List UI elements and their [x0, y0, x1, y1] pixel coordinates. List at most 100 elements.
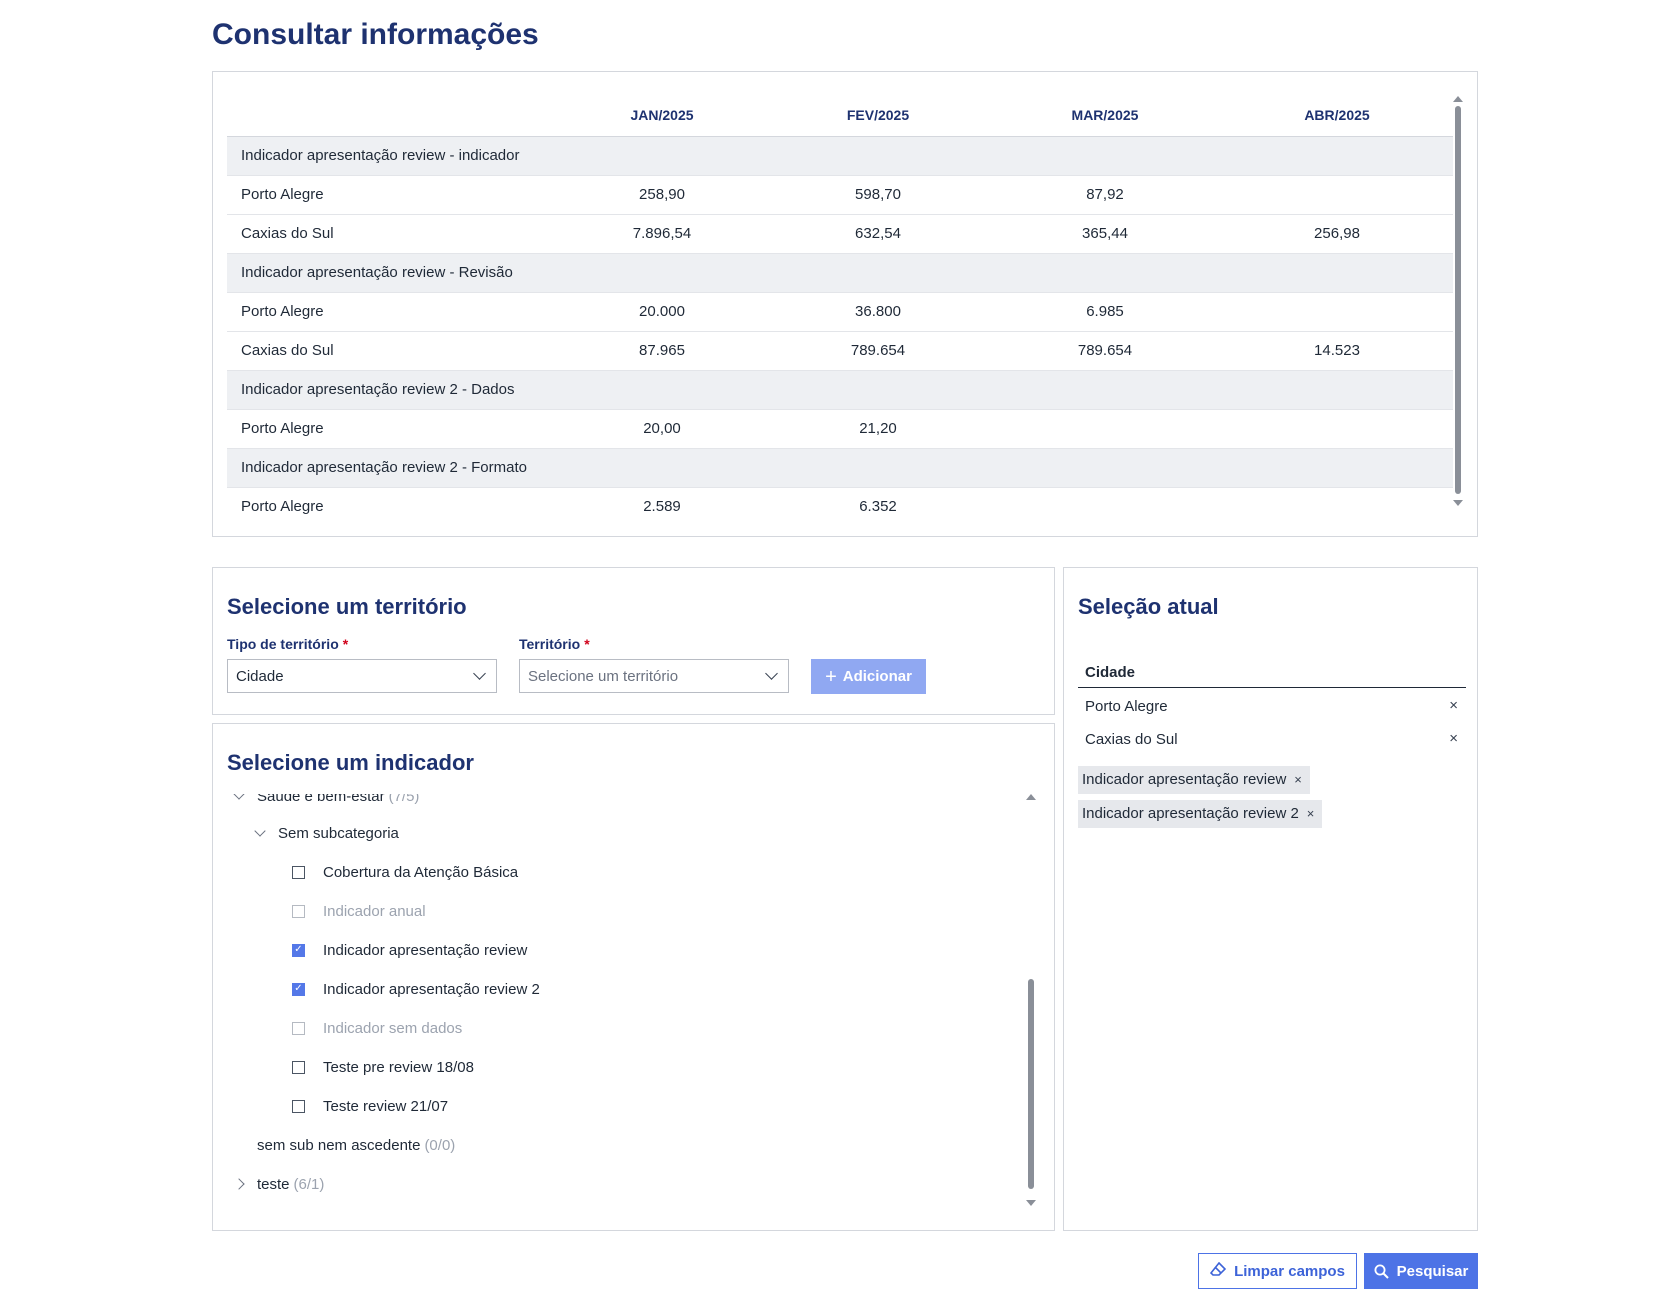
- scroll-down-arrow-icon[interactable]: [1026, 1200, 1036, 1206]
- table-group-row: Indicador apresentação review - indicado…: [227, 136, 1453, 176]
- close-icon[interactable]: ×: [1449, 730, 1458, 747]
- selected-city: Caxias do Sul ×: [1078, 723, 1466, 755]
- tree-subcategory-other[interactable]: sem sub nem ascedente (0/0): [257, 1134, 455, 1156]
- selected-city: Porto Alegre ×: [1078, 690, 1466, 722]
- indicator-scrollbar[interactable]: [1026, 794, 1036, 1206]
- table-row: Caxias do Sul 87.965 789.654 789.654 14.…: [227, 331, 1453, 371]
- column-header: MAR/2025: [989, 86, 1221, 137]
- clear-fields-button[interactable]: Limpar campos: [1198, 1253, 1357, 1289]
- indicator-item-label: Indicador anual: [323, 902, 426, 920]
- chevron-down-icon[interactable]: [254, 825, 266, 837]
- tree-category-teste[interactable]: teste (6/1): [233, 1173, 324, 1195]
- plus-icon: +: [825, 665, 837, 688]
- checkbox-icon: [292, 1021, 305, 1035]
- scroll-up-arrow-icon[interactable]: [1026, 794, 1036, 800]
- territory-type-value: Cidade: [236, 668, 284, 685]
- search-button[interactable]: Pesquisar: [1364, 1253, 1478, 1289]
- table-cell: 598,70: [767, 175, 989, 215]
- indicator-item: Indicador sem dados: [292, 1017, 462, 1039]
- table-cell: 87.965: [557, 331, 767, 371]
- close-icon[interactable]: ×: [1294, 772, 1302, 787]
- row-name: Caxias do Sul: [227, 214, 557, 254]
- territory-select-placeholder: Selecione um território: [528, 668, 679, 685]
- table-cell: 36.800: [767, 292, 989, 332]
- indicator-item-label: Indicador apresentação review 2: [323, 980, 540, 998]
- indicator-panel: Selecione um indicador Saúde e bem-estar…: [212, 723, 1055, 1231]
- results-table: JAN/2025 FEV/2025 MAR/2025 ABR/2025 Indi…: [227, 86, 1453, 524]
- checkbox-checked-icon[interactable]: ✓: [292, 982, 305, 996]
- checkbox-icon[interactable]: [292, 1060, 305, 1074]
- add-button-label: Adicionar: [842, 668, 912, 685]
- close-icon[interactable]: ×: [1449, 697, 1458, 714]
- scroll-up-arrow-icon[interactable]: [1453, 96, 1463, 102]
- table-header-row: JAN/2025 FEV/2025 MAR/2025 ABR/2025: [227, 86, 1453, 137]
- current-selection-panel: Seleção atual Cidade Porto Alegre × Caxi…: [1063, 567, 1478, 1231]
- required-mark: *: [584, 636, 590, 652]
- table-row: Porto Alegre 2.589 6.352: [227, 487, 1453, 524]
- table-row: Caxias do Sul 7.896,54 632,54 365,44 256…: [227, 214, 1453, 254]
- search-label: Pesquisar: [1396, 1262, 1469, 1280]
- table-cell: 256,98: [1221, 214, 1453, 254]
- eraser-icon: [1209, 1261, 1227, 1280]
- selected-city-label: Porto Alegre: [1085, 698, 1168, 715]
- indicator-item[interactable]: ✓ Indicador apresentação review 2: [292, 978, 540, 1000]
- tree-category-health[interactable]: Saúde e bem-estar (7/5): [233, 794, 420, 807]
- indicator-item[interactable]: Teste pre review 18/08: [292, 1056, 474, 1078]
- category-count: (7/5): [388, 794, 420, 805]
- selection-column-header: Cidade: [1078, 656, 1466, 688]
- checkbox-icon[interactable]: [292, 865, 305, 879]
- territory-type-select[interactable]: Cidade: [227, 659, 497, 693]
- table-cell: [989, 409, 1221, 449]
- group-label: Indicador apresentação review 2 - Dados: [227, 370, 1453, 410]
- territory-label-text: Território: [519, 636, 581, 652]
- row-name: Caxias do Sul: [227, 331, 557, 371]
- row-name: Porto Alegre: [227, 487, 557, 524]
- selected-indicator-chip: Indicador apresentação review 2 ×: [1078, 800, 1323, 828]
- column-header: ABR/2025: [1221, 86, 1453, 137]
- scrollbar-thumb[interactable]: [1455, 106, 1461, 494]
- category-label: teste: [257, 1175, 290, 1193]
- table-cell: [1221, 487, 1453, 524]
- checkbox-icon[interactable]: [292, 1099, 305, 1113]
- table-cell: 789.654: [767, 331, 989, 371]
- table-group-row: Indicador apresentação review 2 - Dados: [227, 370, 1453, 410]
- scroll-down-arrow-icon[interactable]: [1453, 500, 1463, 506]
- column-header-name: [227, 86, 557, 137]
- table-cell: 2.589: [557, 487, 767, 524]
- table-cell: 7.896,54: [557, 214, 767, 254]
- indicator-item: Indicador anual: [292, 900, 426, 922]
- group-label: Indicador apresentação review - Revisão: [227, 253, 1453, 293]
- chevron-down-icon[interactable]: [233, 794, 245, 800]
- chevron-down-icon: [473, 667, 486, 680]
- group-label: Indicador apresentação review 2 - Format…: [227, 448, 1453, 488]
- indicator-item-label: Indicador apresentação review: [323, 941, 528, 959]
- table-cell: 14.523: [1221, 331, 1453, 371]
- checkbox-checked-icon[interactable]: ✓: [292, 943, 305, 957]
- table-row: Porto Alegre 20.000 36.800 6.985: [227, 292, 1453, 332]
- add-territory-button[interactable]: + Adicionar: [811, 659, 926, 694]
- territory-select[interactable]: Selecione um território: [519, 659, 789, 693]
- subcategory-label: sem sub nem ascedente: [257, 1136, 421, 1154]
- required-mark: *: [342, 636, 349, 652]
- indicator-item[interactable]: ✓ Indicador apresentação review: [292, 939, 527, 961]
- table-cell: 20.000: [557, 292, 767, 332]
- tree-subcategory[interactable]: Sem subcategoria: [254, 822, 399, 844]
- selected-indicator-chip: Indicador apresentação review ×: [1078, 766, 1310, 794]
- indicator-tree: Saúde e bem-estar (7/5) Sem subcategoria…: [213, 794, 1023, 1214]
- table-cell: 6.352: [767, 487, 989, 524]
- column-header: JAN/2025: [557, 86, 767, 137]
- table-scrollbar[interactable]: [1453, 96, 1463, 506]
- page-title: Consultar informações: [212, 18, 539, 51]
- results-table-scroll-area: JAN/2025 FEV/2025 MAR/2025 ABR/2025 Indi…: [227, 86, 1453, 524]
- indicator-item-label: Teste pre review 18/08: [323, 1058, 474, 1076]
- territory-label: Território *: [519, 636, 590, 652]
- territory-type-label-text: Tipo de território: [227, 636, 339, 652]
- checkbox-icon: [292, 904, 305, 918]
- indicator-item[interactable]: Teste review 21/07: [292, 1095, 448, 1117]
- scrollbar-thumb[interactable]: [1028, 979, 1034, 1189]
- indicator-item[interactable]: Cobertura da Atenção Básica: [292, 861, 518, 883]
- chevron-right-icon[interactable]: [233, 1178, 245, 1190]
- indicator-section-title: Selecione um indicador: [227, 750, 474, 775]
- close-icon[interactable]: ×: [1307, 806, 1315, 821]
- category-label: Saúde e bem-estar: [257, 794, 385, 805]
